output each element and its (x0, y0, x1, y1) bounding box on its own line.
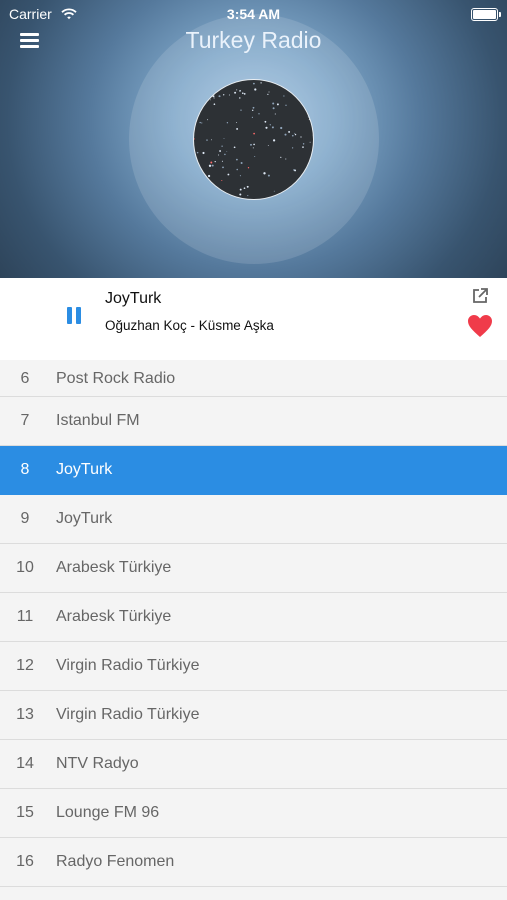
station-row[interactable]: 8 JoyTurk (0, 446, 507, 495)
clock: 3:54 AM (226, 6, 281, 22)
station-number: 12 (16, 657, 34, 674)
station-artwork (193, 79, 314, 200)
page-title: Turkey Radio (185, 27, 322, 53)
station-row[interactable]: 11 Arabesk Türkiye (0, 593, 507, 642)
station-number: 6 (20, 370, 30, 387)
station-name: Istanbul FM (56, 412, 140, 429)
station-number: 7 (20, 412, 30, 429)
station-row[interactable]: 9 JoyTurk (0, 495, 507, 544)
external-link-icon[interactable] (469, 285, 491, 307)
station-row[interactable]: 12 Virgin Radio Türkiye (0, 642, 507, 691)
station-number: 9 (20, 510, 30, 527)
station-name: Virgin Radio Türkiye (56, 706, 200, 723)
pause-icon[interactable] (65, 307, 85, 327)
station-number: 10 (16, 559, 34, 576)
station-number: 13 (16, 706, 34, 723)
status-bar: Carrier 3:54 AM (0, 0, 507, 26)
now-playing-track: Oğuzhan Koç - Küsme Aşka (105, 318, 274, 333)
station-name: Lounge FM 96 (56, 804, 160, 821)
station-number: 11 (16, 608, 34, 625)
now-playing-station: JoyTurk (105, 290, 162, 307)
station-name: Arabesk Türkiye (56, 608, 172, 625)
station-row[interactable]: 13 Virgin Radio Türkiye (0, 691, 507, 740)
station-number: 8 (20, 461, 30, 478)
station-row[interactable]: 15 Lounge FM 96 (0, 789, 507, 838)
heart-icon[interactable] (466, 313, 494, 339)
station-row[interactable]: 6 Post Rock Radio (0, 360, 507, 397)
station-name: Post Rock Radio (56, 370, 176, 387)
station-number: 16 (16, 853, 34, 870)
station-row[interactable]: 16 Radyo Fenomen (0, 838, 507, 887)
station-name: Radyo Fenomen (56, 853, 175, 870)
station-name: Arabesk Türkiye (56, 559, 172, 576)
station-list: 6 Post Rock Radio 7 Istanbul FM 8 JoyTurk 9 Joy… (0, 360, 507, 887)
station-row[interactable]: 7 Istanbul FM (0, 397, 507, 446)
station-name: JoyTurk (56, 510, 113, 527)
station-number: 14 (16, 755, 34, 772)
station-name: Virgin Radio Türkiye (56, 657, 200, 674)
station-row[interactable]: 10 Arabesk Türkiye (0, 544, 507, 593)
station-row[interactable]: 14 NTV Radyo (0, 740, 507, 789)
station-name: JoyTurk (56, 461, 113, 478)
station-number: 15 (16, 804, 34, 821)
battery-icon (471, 8, 501, 21)
station-name: NTV Radyo (56, 755, 139, 772)
